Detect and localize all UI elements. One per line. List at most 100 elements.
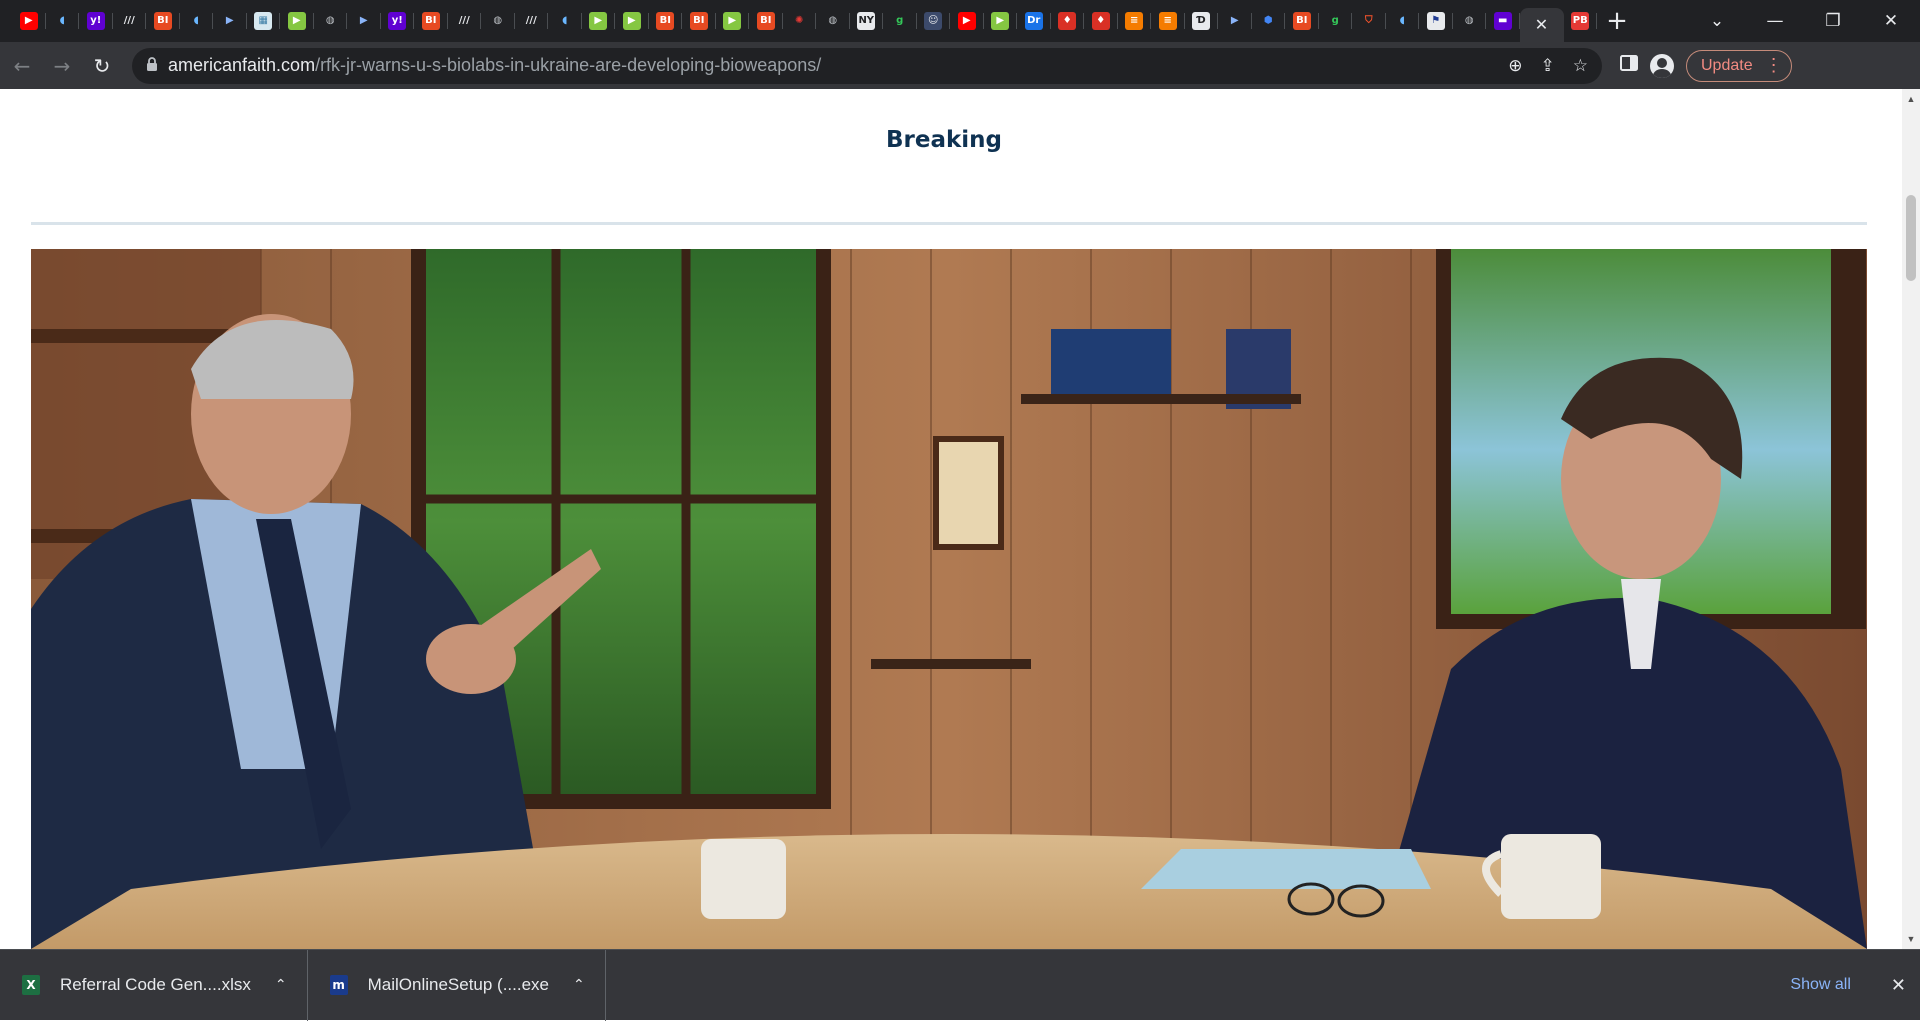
- youtube-icon: ▶: [957, 12, 976, 30]
- window-controls: ⌄ — ❐ ✕: [1688, 0, 1920, 42]
- browser-tab[interactable]: ⚑: [1419, 0, 1453, 42]
- url-text[interactable]: americanfaith.com/rfk-jr-warns-u-s-biola…: [168, 55, 821, 76]
- browser-tab[interactable]: g: [883, 0, 917, 42]
- browser-tab[interactable]: ▶: [984, 0, 1018, 42]
- minimize-button[interactable]: —: [1746, 0, 1804, 42]
- lock-icon[interactable]: [146, 57, 168, 74]
- g-icon: g: [890, 12, 909, 30]
- browser-tab[interactable]: BI: [649, 0, 683, 42]
- browser-tab[interactable]: ◖: [548, 0, 582, 42]
- tab-pb[interactable]: PB: [1564, 0, 1598, 42]
- browser-tab[interactable]: ▶: [582, 0, 616, 42]
- browser-tab[interactable]: ▦: [247, 0, 281, 42]
- browser-tab[interactable]: ◍: [816, 0, 850, 42]
- scrollbar-thumb[interactable]: [1906, 195, 1916, 281]
- browser-tab[interactable]: ▶: [12, 0, 46, 42]
- browser-tab[interactable]: ☺: [917, 0, 951, 42]
- browser-tab[interactable]: ▶: [615, 0, 649, 42]
- restore-button[interactable]: ❐: [1804, 0, 1862, 42]
- window-close-button[interactable]: ✕: [1862, 0, 1920, 42]
- browser-tab[interactable]: ◍: [481, 0, 515, 42]
- menu-icon: ⋮: [1764, 55, 1783, 75]
- browser-tab[interactable]: y!: [79, 0, 113, 42]
- browser-tab[interactable]: ♦: [1051, 0, 1085, 42]
- url-host: americanfaith.com: [168, 55, 316, 75]
- browser-tab[interactable]: ▶: [347, 0, 381, 42]
- business-insider-icon: BI: [689, 12, 708, 30]
- business-insider-icon: BI: [1292, 12, 1311, 30]
- zoom-icon[interactable]: ⊕: [1508, 56, 1522, 76]
- download-item[interactable]: X Referral Code Gen....xlsx ⌃: [0, 949, 308, 1021]
- browser-tab[interactable]: ///: [448, 0, 482, 42]
- browser-tab[interactable]: Ɗ: [1185, 0, 1219, 42]
- forward-button[interactable]: →: [44, 48, 80, 84]
- brave-icon: ⛉: [1359, 12, 1378, 30]
- browser-tab[interactable]: ◖: [46, 0, 80, 42]
- browser-tab[interactable]: NY: [850, 0, 884, 42]
- shield-icon: ◖: [555, 12, 574, 30]
- shield-icon: ◖: [187, 12, 206, 30]
- browser-tab[interactable]: ◖: [180, 0, 214, 42]
- browser-tab[interactable]: ⬢: [1252, 0, 1286, 42]
- youtube-icon: ▶: [19, 12, 38, 30]
- browser-tab[interactable]: ≡: [1118, 0, 1152, 42]
- update-button[interactable]: Update ⋮: [1686, 49, 1792, 82]
- vertical-scrollbar[interactable]: ▲ ▼: [1902, 89, 1920, 949]
- browser-tab[interactable]: ≡: [1151, 0, 1185, 42]
- section-divider: [31, 222, 1867, 225]
- browser-tab[interactable]: ▶: [950, 0, 984, 42]
- download-item[interactable]: m MailOnlineSetup (....exe ⌃: [308, 949, 606, 1021]
- wsj-icon: ///: [455, 12, 474, 30]
- close-icon[interactable]: ✕: [1535, 15, 1548, 35]
- tab-search-icon[interactable]: ⌄: [1688, 0, 1746, 42]
- burst-icon: ✺: [790, 12, 809, 30]
- browser-tab[interactable]: ✺: [783, 0, 817, 42]
- section-heading[interactable]: Breaking: [0, 127, 1888, 153]
- browser-tab[interactable]: ⛉: [1352, 0, 1386, 42]
- arrow-icon: ▶: [354, 12, 373, 30]
- new-tab-button[interactable]: +: [1597, 0, 1637, 42]
- chevron-up-icon[interactable]: ⌃: [275, 977, 287, 993]
- browser-tab[interactable]: ▶: [280, 0, 314, 42]
- back-button[interactable]: ←: [4, 48, 40, 84]
- browser-tab[interactable]: ▬: [1486, 0, 1520, 42]
- side-panel-icon[interactable]: [1620, 55, 1638, 76]
- browser-tab[interactable]: Dr: [1017, 0, 1051, 42]
- browser-tab[interactable]: BI: [414, 0, 448, 42]
- wsj-icon: ///: [120, 12, 139, 30]
- toolbar-right: Update ⋮: [1620, 49, 1792, 82]
- browser-tab[interactable]: BI: [749, 0, 783, 42]
- reload-button[interactable]: ↻: [84, 48, 120, 84]
- browser-tab[interactable]: ///: [515, 0, 549, 42]
- active-tab[interactable]: ✕: [1519, 8, 1564, 42]
- browser-tab[interactable]: ◍: [1453, 0, 1487, 42]
- browser-tab[interactable]: BI: [1285, 0, 1319, 42]
- browser-tab[interactable]: ///: [113, 0, 147, 42]
- browser-tab[interactable]: ◍: [314, 0, 348, 42]
- close-download-shelf-icon[interactable]: ✕: [1891, 975, 1906, 996]
- profile-avatar-icon[interactable]: [1650, 53, 1674, 78]
- browser-tab[interactable]: ▶: [716, 0, 750, 42]
- pb-icon: PB: [1571, 12, 1590, 30]
- bookmark-star-icon[interactable]: ☆: [1573, 56, 1588, 76]
- nyt-icon: Ɗ: [1192, 12, 1211, 30]
- chevron-up-icon[interactable]: ⌃: [573, 977, 585, 993]
- tab-list: ▶ ◖ y! /// BI ◖ ▶ ▦ ▶ ◍ ▶ y! BI /// ◍ /// ◖ ▶ ▶ BI BI ▶ BI ✺ ◍ NY…: [0, 0, 1520, 42]
- scroll-up-arrow-icon[interactable]: ▲: [1902, 91, 1920, 107]
- share-icon[interactable]: ⇪: [1541, 56, 1555, 76]
- browser-tab[interactable]: g: [1319, 0, 1353, 42]
- browser-tab[interactable]: ▶: [213, 0, 247, 42]
- browser-tab[interactable]: y!: [381, 0, 415, 42]
- business-insider-icon: BI: [656, 12, 675, 30]
- browser-tab[interactable]: BI: [682, 0, 716, 42]
- show-all-downloads-link[interactable]: Show all: [1790, 976, 1850, 994]
- business-insider-icon: BI: [756, 12, 775, 30]
- browser-tab[interactable]: ♦: [1084, 0, 1118, 42]
- browser-tab[interactable]: ▶: [1218, 0, 1252, 42]
- browser-tab[interactable]: BI: [146, 0, 180, 42]
- browser-tab[interactable]: ◖: [1386, 0, 1420, 42]
- dr-icon: Dr: [1024, 12, 1043, 30]
- address-bar[interactable]: americanfaith.com/rfk-jr-warns-u-s-biola…: [132, 47, 1602, 84]
- scroll-down-arrow-icon[interactable]: ▼: [1902, 931, 1920, 947]
- mailonline-icon: m: [329, 975, 348, 995]
